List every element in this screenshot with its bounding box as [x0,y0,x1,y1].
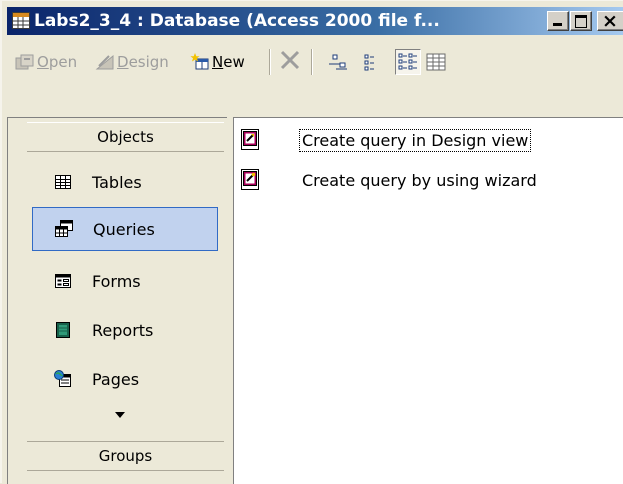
objects-item-reports[interactable]: Reports [32,308,218,352]
toolbar-separator [269,49,271,75]
open-button[interactable]: Open [15,49,77,75]
open-icon [15,54,34,70]
list-item-label: Create query in Design view [299,128,532,152]
query-icon [55,220,73,237]
page-icon [54,370,71,387]
objects-item-forms[interactable]: Forms [32,259,218,303]
design-button[interactable]: Design [95,49,169,75]
new-button[interactable]: New [190,49,245,75]
objects-item-label: Pages [92,369,140,389]
objects-item-label: Forms [92,271,141,291]
toolbar-separator [311,49,313,75]
table-icon [55,175,71,189]
database-window: Labs2_3_4 : Database (Access 2000 file f… [0,0,623,484]
objects-item-label: Queries [93,219,155,239]
details-view-button[interactable] [423,49,449,75]
list-item-label: Create query by using wizard [302,170,537,190]
maximize-button[interactable] [570,11,592,31]
objects-header[interactable]: Objects [27,122,224,152]
delete-button[interactable] [277,47,303,73]
objects-item-tables[interactable]: Tables [32,160,218,204]
objects-item-label: Reports [92,320,154,340]
database-window-icon [12,12,30,29]
list-view-icon [398,53,417,70]
details-view-icon [426,53,446,71]
list-view-button[interactable] [395,49,421,75]
minimize-button[interactable] [547,11,569,31]
window-title: Labs2_3_4 : Database (Access 2000 file f… [34,11,440,31]
more-objects-chevron-down-icon[interactable] [115,412,125,418]
objects-item-pages[interactable]: Pages [32,357,218,401]
title-bar[interactable]: Labs2_3_4 : Database (Access 2000 file f… [7,7,623,35]
form-icon [55,274,71,288]
delete-icon [280,50,300,70]
small-icons-icon [364,54,374,71]
objects-item-label: Tables [92,172,142,192]
database-toolbar: Open Design New [7,41,623,79]
list-item-create-design[interactable]: Create query in Design view [237,126,532,154]
groups-header[interactable]: Groups [27,441,224,471]
large-icons-view-button[interactable] [325,49,351,75]
small-icons-view-button[interactable] [359,49,385,75]
create-wizard-icon [241,169,259,190]
list-item-create-wizard[interactable]: Create query by using wizard [237,166,540,194]
large-icons-icon [329,54,347,70]
report-icon [56,322,70,338]
close-button[interactable]: × [597,10,623,32]
create-design-icon [241,129,259,150]
design-icon [95,54,114,70]
new-object-icon [190,53,209,70]
objects-item-queries[interactable]: Queries [32,207,218,251]
close-icon: × [602,10,618,32]
